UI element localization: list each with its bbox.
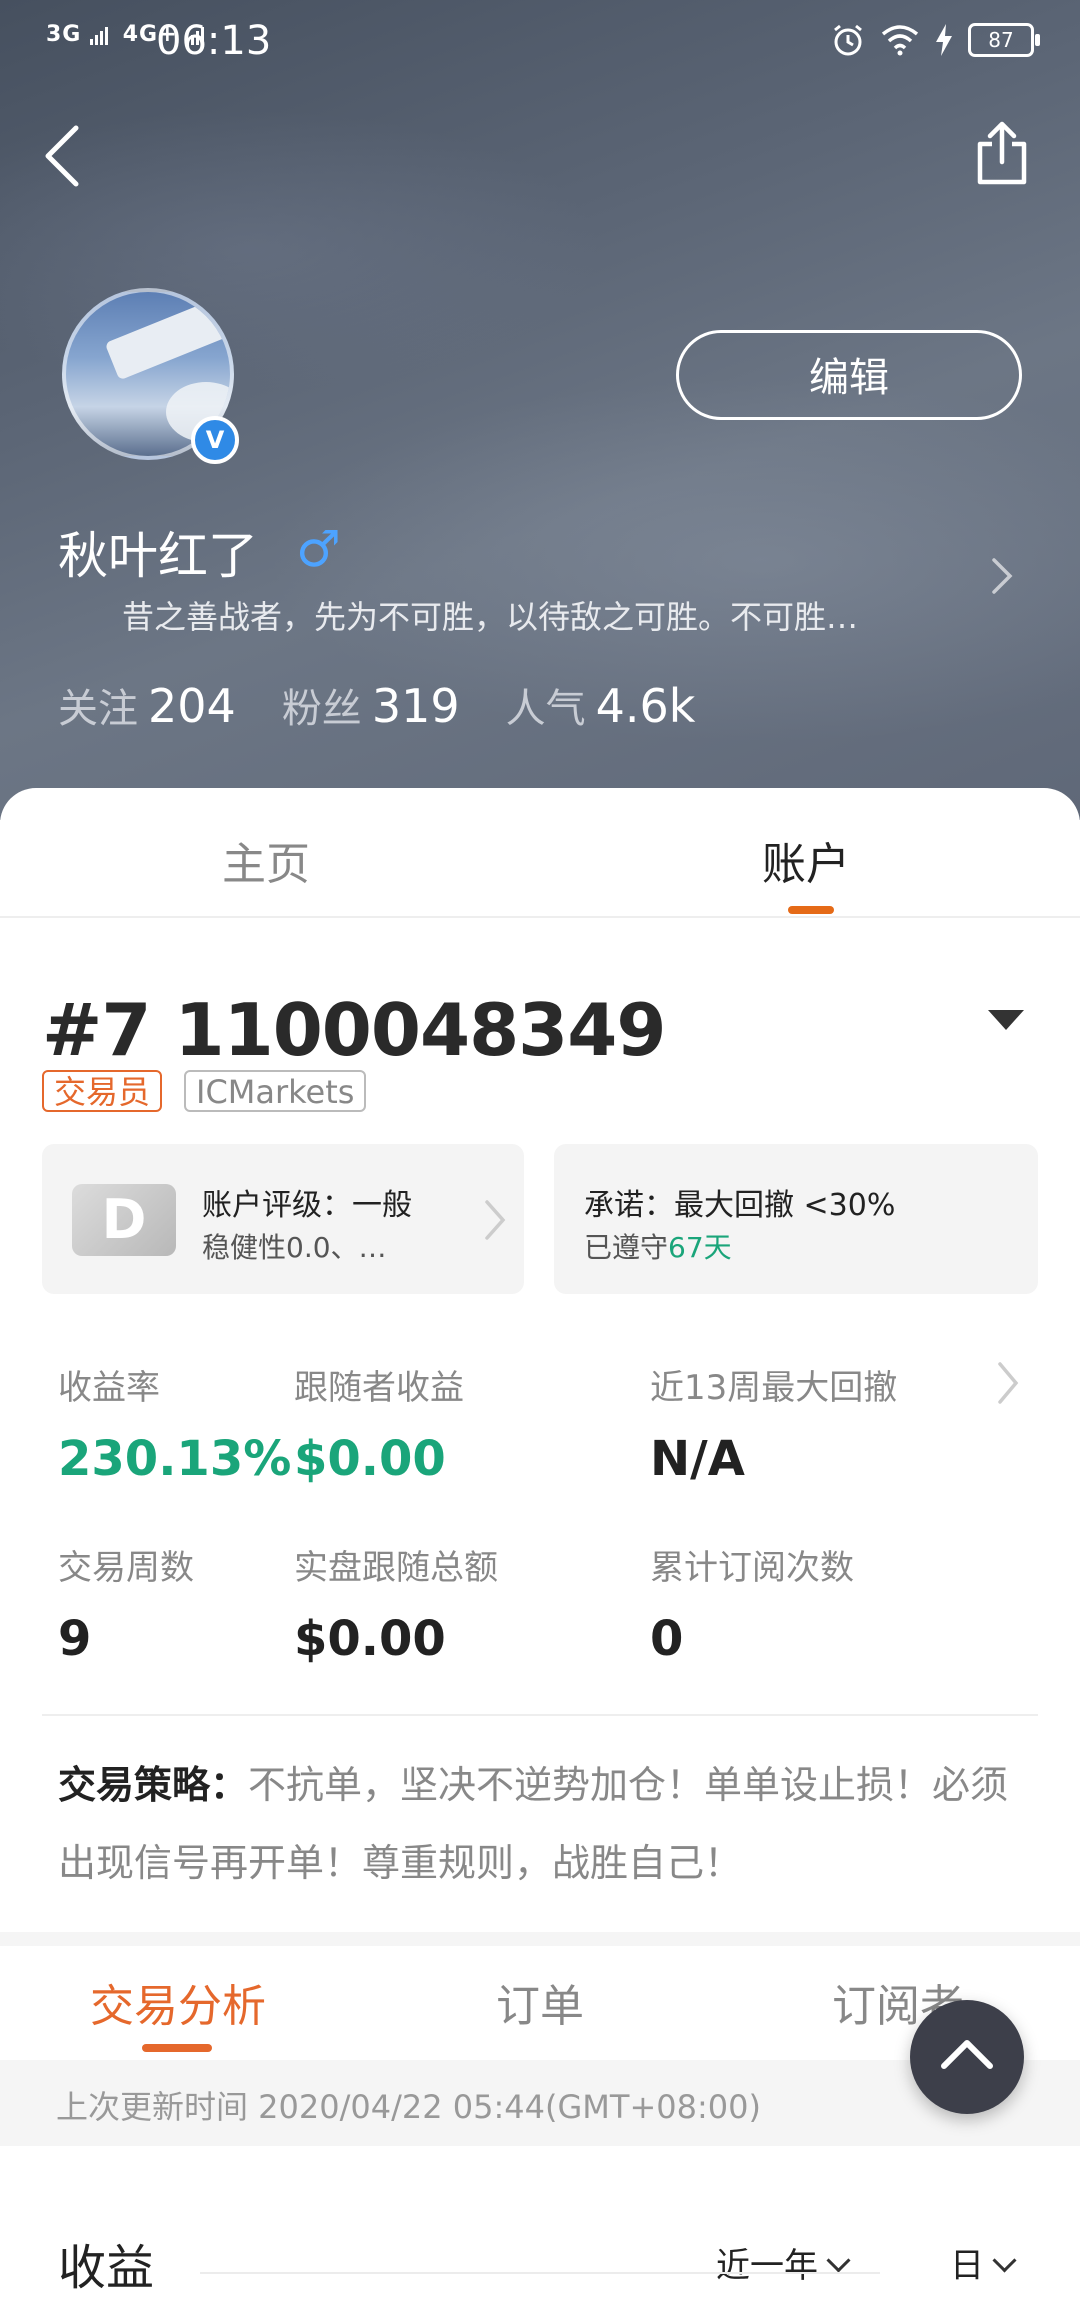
back-icon[interactable] (36, 120, 92, 192)
section-separator (0, 1932, 1080, 1946)
metric-value: $0.00 (294, 1611, 446, 1667)
period-value: 近一年 (716, 2246, 818, 2286)
stat-following[interactable]: 关注 204 (58, 676, 236, 734)
share-icon[interactable] (972, 118, 1032, 188)
alarm-icon (834, 24, 862, 56)
scroll-to-top-button[interactable] (910, 2000, 1024, 2114)
metric-value: 230.13% (58, 1431, 292, 1487)
metric-max-drawdown[interactable]: 近13周最大回撤 N/A (650, 1360, 897, 1487)
broker-tag: ICMarkets (184, 1070, 367, 1112)
tab-trade-analysis[interactable]: 交易分析 (90, 1970, 266, 2034)
tab-indicator (788, 906, 834, 914)
profile-stats: 关注 204 粉丝 319 人气 4.6k (58, 676, 695, 734)
stat-value: 4.6k (595, 679, 696, 733)
avatar-image-wing (104, 292, 230, 381)
metric-trading-weeks: 交易周数 9 (58, 1540, 194, 1667)
chevron-right-icon[interactable] (988, 556, 1016, 596)
status-bar: 3G 4G+ 06:13 87 (0, 0, 1080, 84)
trading-strategy: 交易策略：不抗单，坚决不逆势加仓！单单设止损！必须出现信号再开单！尊重规则，战胜… (58, 1746, 1028, 1902)
account-rating-card[interactable]: D 账户评级：一般 稳健性0.0、… (42, 1144, 524, 1294)
chevron-down-icon (826, 2248, 851, 2273)
grade-badge: D (72, 1184, 176, 1256)
network-3g-label: 3G (46, 22, 82, 47)
role-tag: 交易员 (42, 1070, 163, 1112)
wifi-icon (881, 25, 919, 56)
metric-value: 9 (58, 1611, 92, 1667)
subtab-indicator (142, 2044, 212, 2052)
last-update-text: 上次更新时间 2020/04/22 05:44(GMT+08:00) (56, 2088, 761, 2126)
stat-followers[interactable]: 粉丝 319 (282, 676, 460, 734)
tab-account[interactable]: 账户 (762, 828, 850, 892)
promise-card: 承诺：最大回撤 <30% 已遵守67天 (554, 1144, 1038, 1294)
verified-icon: V (191, 416, 239, 464)
username: 秋叶红了 (58, 527, 258, 585)
metric-follow-total: 实盘跟随总额 $0.00 (294, 1540, 498, 1667)
metric-value: N/A (650, 1431, 745, 1487)
signal-icon (90, 26, 109, 45)
rating-subtitle: 稳健性0.0、… (202, 1231, 387, 1264)
charging-icon (936, 24, 952, 56)
chart-top-border (200, 2272, 880, 2274)
earnings-title: 收益 (58, 2240, 155, 2296)
metric-label: 近13周最大回撤 (650, 1368, 898, 1408)
stat-label: 粉丝 (281, 686, 362, 732)
metric-value: 0 (650, 1611, 684, 1667)
stat-value: 319 (371, 679, 460, 733)
stat-value: 204 (148, 679, 236, 733)
unit-value: 日 (950, 2246, 984, 2286)
tab-home[interactable]: 主页 (222, 828, 310, 892)
metric-value: $0.00 (294, 1431, 446, 1487)
profile-bio[interactable]: 昔之善战者，先为不可胜，以待敌之可胜。不可胜… (122, 592, 942, 638)
strategy-label: 交易策略： (58, 1763, 249, 1807)
metric-return-rate: 收益率 230.13% (58, 1360, 291, 1487)
dropdown-triangle-icon[interactable] (988, 1010, 1024, 1030)
promise-title: 承诺：最大回撤 <30% (584, 1188, 896, 1223)
promise-subtitle: 已遵守67天 (584, 1226, 732, 1266)
metric-label: 实盘跟随总额 (294, 1548, 498, 1588)
metric-follower-profit: 跟随者收益 $0.00 (294, 1360, 464, 1487)
edit-profile-button[interactable]: 编辑 (676, 330, 1022, 420)
metric-subscription-count: 累计订阅次数 0 (650, 1540, 854, 1667)
metric-label: 交易周数 (58, 1548, 194, 1588)
rating-title: 账户评级：一般 (202, 1188, 412, 1223)
chevron-up-icon (941, 2040, 993, 2069)
profile-header: 3G 4G+ 06:13 87 V 编辑 秋叶红了 ♂ 昔之善战者，先为不可胜，… (0, 0, 1080, 820)
metric-label: 累计订阅次数 (650, 1548, 854, 1588)
battery-icon: 87 (968, 23, 1040, 57)
promise-prefix: 已遵守 (584, 1231, 669, 1264)
stat-label: 关注 (58, 686, 138, 732)
status-icons: 87 (830, 22, 1040, 58)
tab-orders[interactable]: 订单 (496, 1970, 584, 2034)
male-icon: ♂ (296, 520, 341, 578)
chevron-right-icon[interactable] (994, 1360, 1022, 1406)
account-title: #7 1100048349 (42, 988, 666, 1072)
stat-label: 人气 (505, 686, 586, 732)
chevron-right-icon (482, 1198, 508, 1242)
main-tabs: 主页 账户 (0, 788, 1080, 918)
divider (42, 1714, 1038, 1716)
metric-label: 收益率 (58, 1368, 160, 1408)
metric-label: 跟随者收益 (294, 1368, 464, 1408)
account-card: 主页 账户 #7 1100048349 交易员 ICMarkets D 账户评级… (0, 788, 1080, 2296)
status-time: 06:13 (156, 18, 272, 64)
chevron-down-icon (992, 2248, 1017, 2273)
promise-days: 67天 (668, 1231, 732, 1264)
stat-popularity: 人气 4.6k (506, 676, 696, 734)
